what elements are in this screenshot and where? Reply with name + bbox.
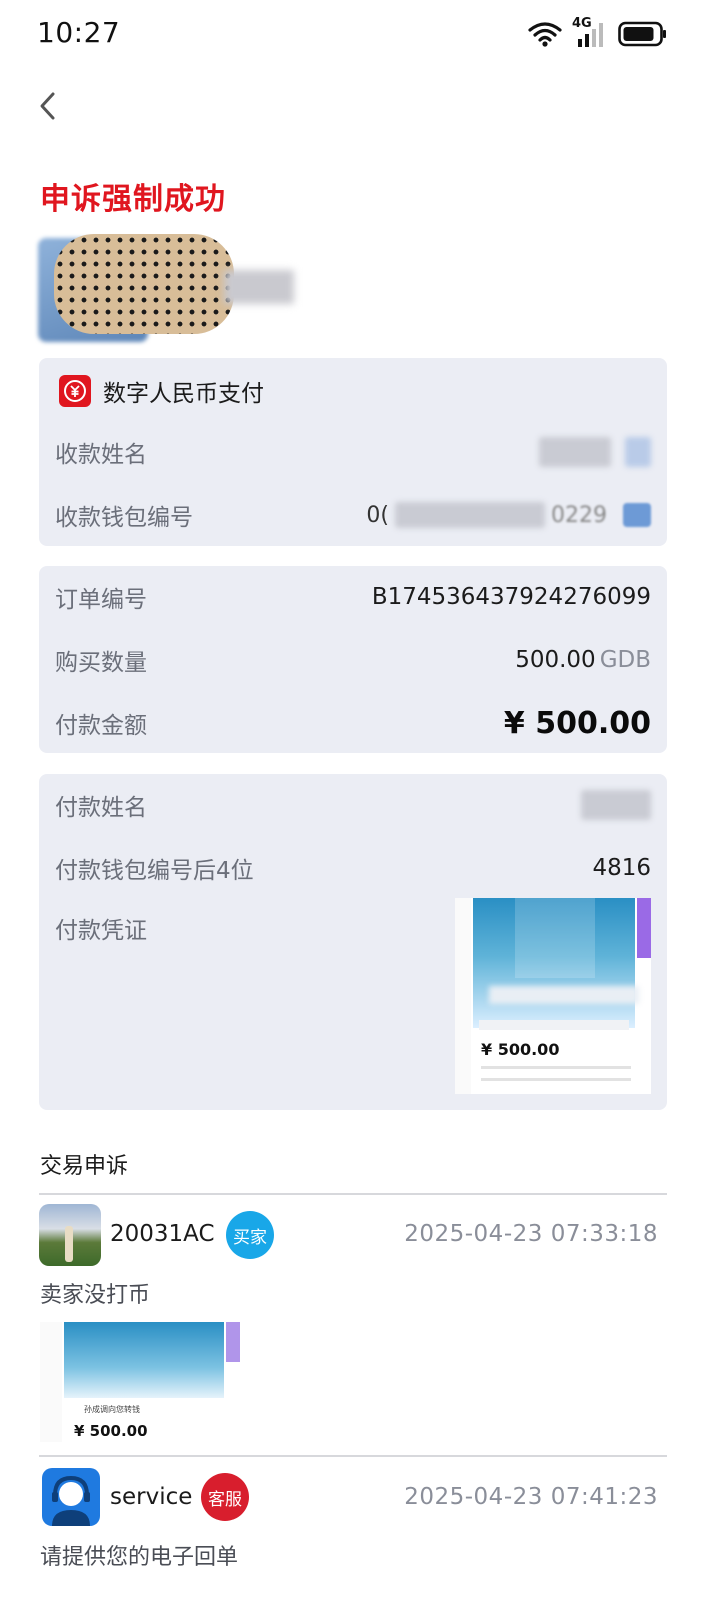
page-title: 申诉强制成功: [40, 182, 226, 217]
message-attachment-image[interactable]: 孙成调向您转钱 ¥ 500.00: [40, 1322, 240, 1442]
payee-wallet-value-redacted: 0( 0229: [366, 502, 651, 528]
payer-wallet-value: 4816: [592, 855, 651, 881]
message-text: 卖家没打币: [40, 1283, 151, 1308]
payee-wallet-label: 收款钱包编号: [55, 505, 193, 531]
message-user: 20031AC: [110, 1221, 215, 1247]
chevron-left-icon: [40, 92, 55, 120]
status-bar: 10:27 4G: [0, 0, 720, 70]
payee-wallet-row: 收款钱包编号 0( 0229: [55, 495, 651, 535]
digital-rmb-icon: [59, 375, 91, 407]
attachment-caption: 孙成调向您转钱: [84, 1405, 140, 1414]
payer-name-label: 付款姓名: [55, 795, 147, 821]
payee-name-label: 收款姓名: [55, 442, 147, 468]
payer-card: 付款姓名 付款钱包编号后4位 4816 付款凭证 ¥ 500.00: [39, 774, 667, 1110]
wifi-icon: [528, 22, 562, 47]
copy-icon[interactable]: [623, 503, 651, 527]
payment-method-card: 数字人民币支付 收款姓名 收款钱包编号 0( 0229: [39, 358, 667, 546]
payer-wallet-label: 付款钱包编号后4位: [55, 858, 254, 884]
order-no-row: 订单编号 B174536437924276099: [55, 577, 651, 617]
amount-label: 付款金额: [55, 713, 147, 739]
service-avatar[interactable]: [42, 1468, 100, 1526]
quantity-row: 购买数量 500.00 GDB: [55, 640, 651, 680]
attachment-amount: ¥ 500.00: [74, 1422, 148, 1440]
avatar[interactable]: [39, 1204, 101, 1266]
payer-wallet-row: 付款钱包编号后4位 4816: [55, 848, 651, 888]
message-time: 2025-04-23 07:41:23: [404, 1484, 658, 1510]
quantity-number: 500.00: [515, 647, 596, 673]
appeal-section-title: 交易申诉: [40, 1154, 129, 1179]
message-text: 请提供您的电子回单: [40, 1545, 239, 1570]
payment-method-header: 数字人民币支付: [59, 374, 264, 408]
message-time: 2025-04-23 07:33:18: [404, 1221, 658, 1247]
quantity-label: 购买数量: [55, 650, 147, 676]
payer-name-row: 付款姓名: [55, 785, 651, 825]
payee-name-row: 收款姓名: [55, 432, 651, 472]
status-time: 10:27: [37, 16, 121, 49]
wallet-id-end: 0229: [551, 502, 607, 528]
seller-avatar-redacted: [24, 232, 384, 342]
buyer-badge: 买家: [226, 1211, 274, 1259]
message-user: service: [110, 1484, 193, 1510]
divider: [39, 1455, 667, 1457]
wallet-id-start: 0(: [366, 502, 389, 528]
battery-icon: [618, 21, 666, 47]
payment-voucher-image[interactable]: ¥ 500.00: [455, 898, 651, 1094]
status-icons: 4G: [528, 16, 668, 50]
quantity-value: 500.00 GDB: [515, 647, 651, 673]
quantity-unit: GDB: [599, 647, 651, 673]
order-no-label: 订单编号: [55, 587, 147, 613]
cellular-signal-icon: 4G: [572, 16, 608, 49]
amount-row: 付款金额 ¥ 500.00: [55, 703, 651, 743]
voucher-amount: ¥ 500.00: [481, 1040, 560, 1059]
voucher-label: 付款凭证: [55, 918, 147, 944]
payment-method-title: 数字人民币支付: [103, 381, 264, 407]
order-card: 订单编号 B174536437924276099 购买数量 500.00 GDB …: [39, 566, 667, 753]
service-badge: 客服: [201, 1473, 249, 1521]
payer-name-value-redacted: [581, 790, 651, 820]
payee-name-value-redacted: [539, 437, 651, 467]
customer-service-icon: [52, 1475, 90, 1526]
amount-value: ¥ 500.00: [503, 705, 651, 741]
divider: [39, 1193, 667, 1195]
back-button[interactable]: [28, 84, 68, 128]
order-no-value[interactable]: B174536437924276099: [372, 584, 651, 610]
